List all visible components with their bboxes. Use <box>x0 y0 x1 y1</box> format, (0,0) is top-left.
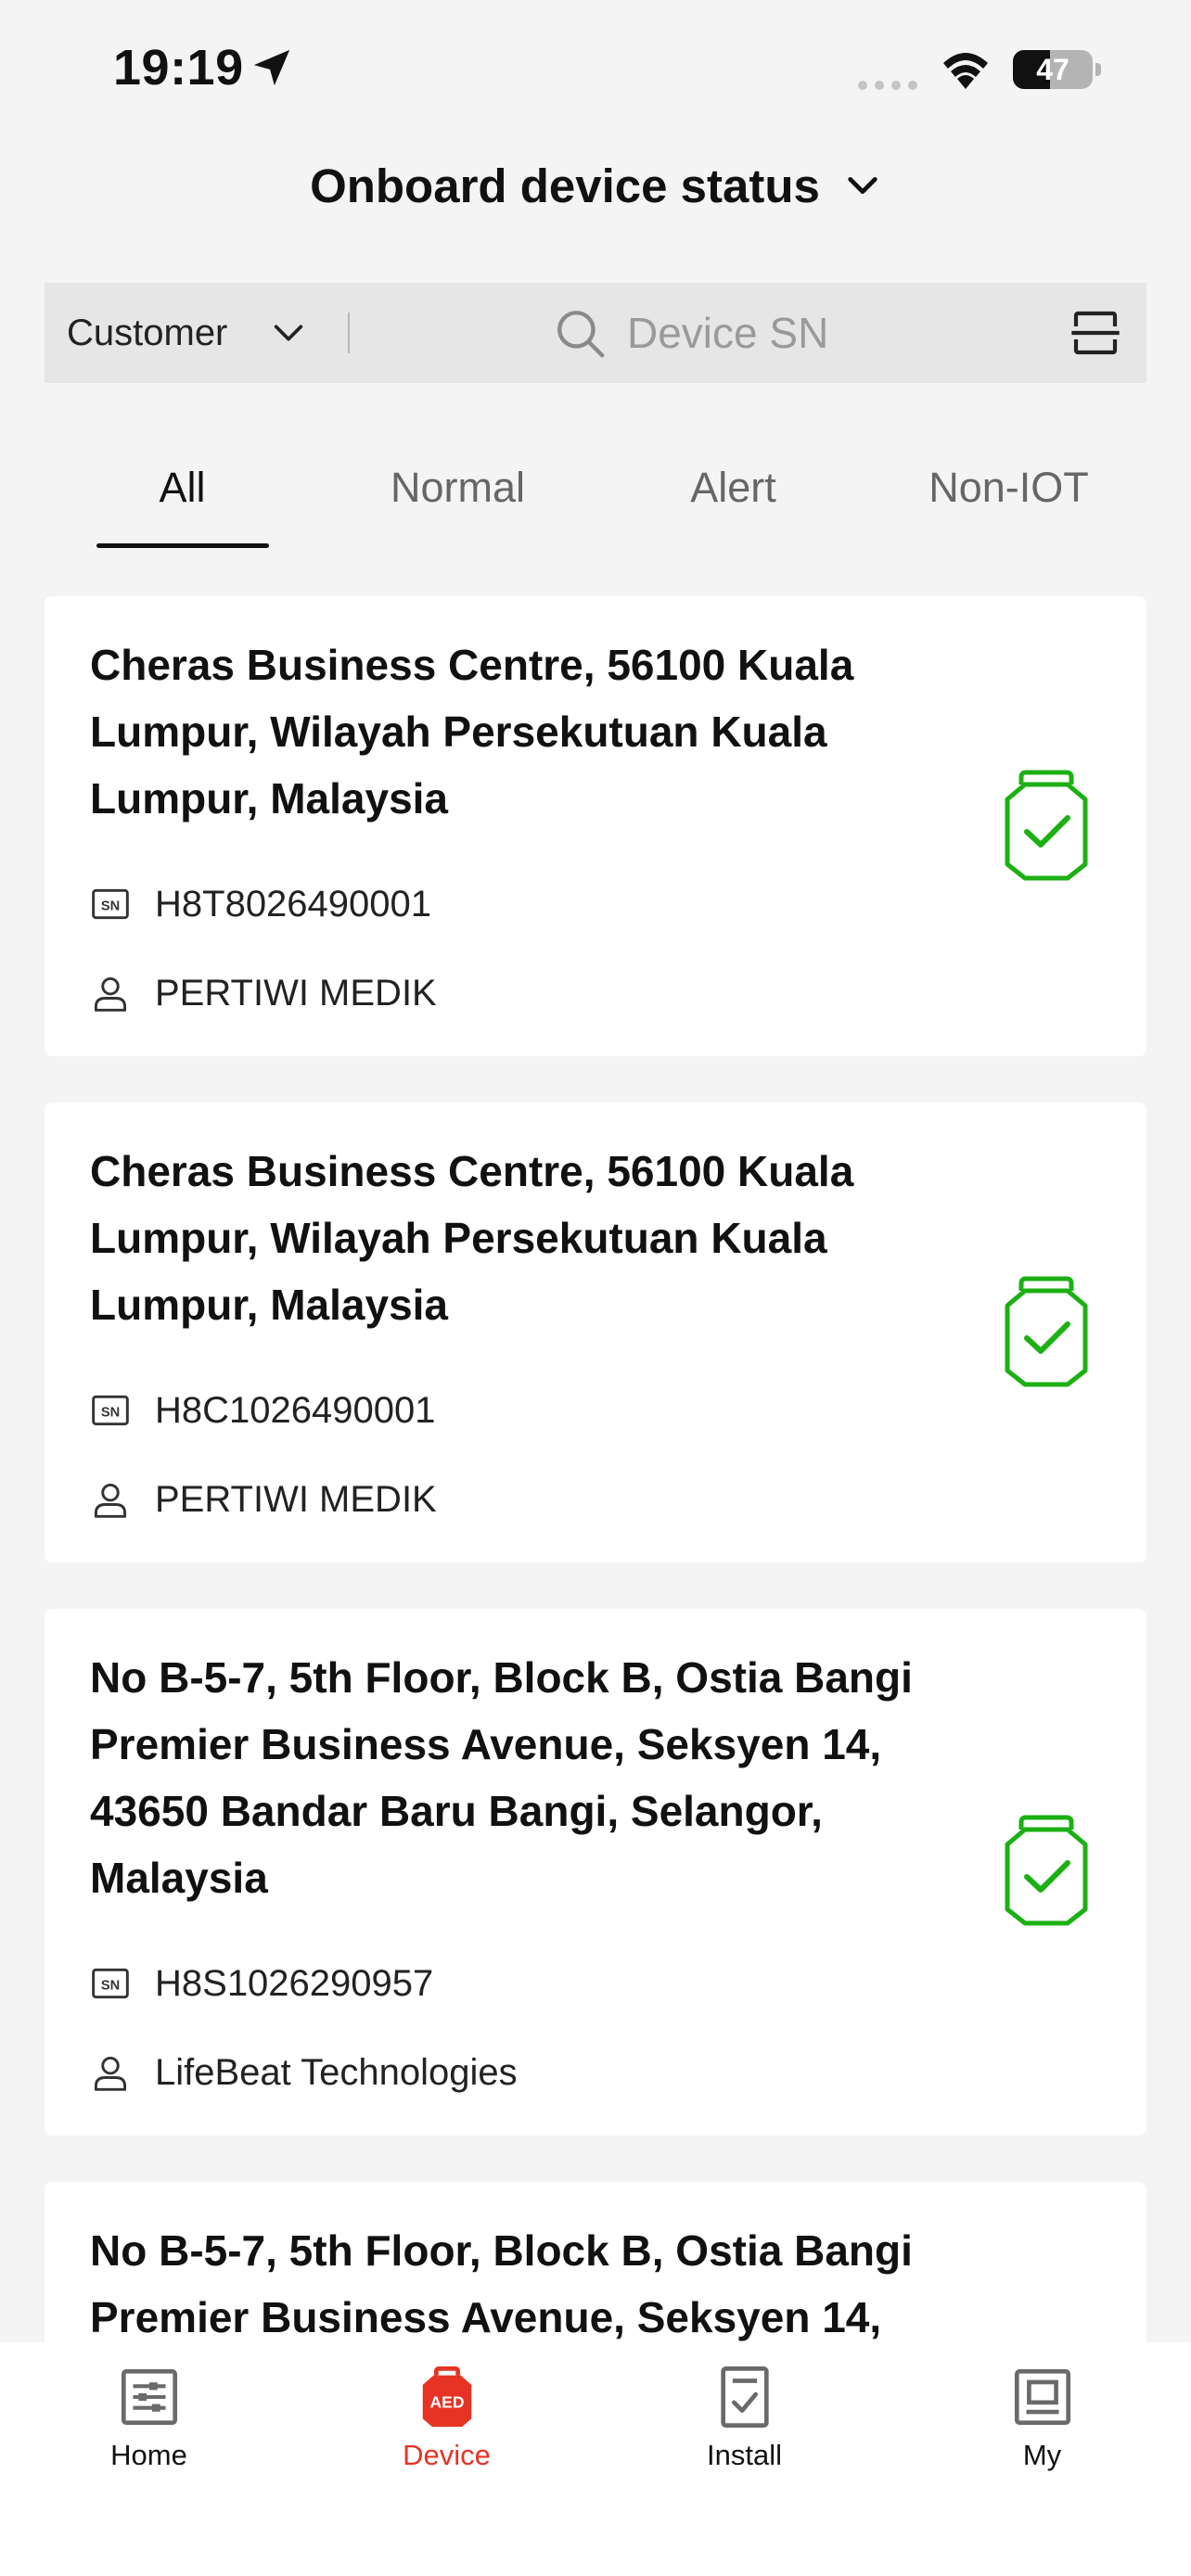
nav-my[interactable]: My <box>893 2342 1191 2491</box>
device-serial-row: SN H8S1026290957 <box>90 1956 433 2011</box>
nav-label: Home <box>110 2439 187 2471</box>
device-card[interactable]: Cheras Business Centre, 56100 Kuala Lump… <box>45 596 1146 1056</box>
device-customer: PERTIWI MEDIK <box>155 972 437 1014</box>
status-time: 19:19 <box>113 40 244 96</box>
device-customer: LifeBeat Technologies <box>155 2051 518 2093</box>
install-checklist-icon <box>721 2366 769 2428</box>
device-ok-icon <box>1005 1276 1088 1387</box>
serial-number-icon: SN <box>92 888 129 920</box>
tab-normal[interactable]: Normal <box>320 436 596 547</box>
device-serial-row: SN H8T8026490001 <box>90 876 431 932</box>
aed-device-icon: AED <box>422 2366 472 2428</box>
device-serial-row: SN H8C1026490001 <box>90 1383 435 1438</box>
device-address: No B-5-7, 5th Floor, Block B, Ostia Bang… <box>90 1653 913 1902</box>
device-customer: PERTIWI MEDIK <box>155 1478 437 1520</box>
home-icon <box>121 2368 178 2426</box>
search-field[interactable] <box>553 283 905 383</box>
search-icon <box>557 311 605 358</box>
svg-text:AED: AED <box>430 2393 465 2412</box>
divider <box>348 312 350 353</box>
nav-install[interactable]: Install <box>596 2342 893 2491</box>
device-ok-icon <box>1005 1815 1088 1926</box>
device-card[interactable]: No B-5-7, 5th Floor, Block B, Ostia Bang… <box>45 1609 1146 2136</box>
battery-level: 47 <box>1036 53 1069 86</box>
customer-filter-dropdown[interactable]: Customer <box>45 283 351 383</box>
nav-label: Device <box>403 2439 491 2471</box>
person-icon <box>94 976 127 1012</box>
status-bar: 19:19 47 <box>0 0 1191 139</box>
tab-label: Non-IOT <box>928 464 1089 511</box>
device-serial: H8S1026290957 <box>155 1962 434 2004</box>
device-serial: H8C1026490001 <box>155 1389 436 1431</box>
customer-filter-label: Customer <box>67 312 228 353</box>
device-customer-row: LifeBeat Technologies <box>90 2045 518 2100</box>
serial-number-icon: SN <box>92 1395 129 1426</box>
cellular-signal-icon <box>858 81 917 90</box>
location-arrow-icon <box>253 49 290 86</box>
status-tabs: All Normal Alert Non-IOT <box>45 436 1146 548</box>
tab-all[interactable]: All <box>45 436 320 547</box>
device-customer-row: PERTIWI MEDIK <box>90 965 437 1021</box>
tab-non-iot[interactable]: Non-IOT <box>871 436 1146 547</box>
svg-text:SN: SN <box>101 1978 120 1993</box>
svg-text:SN: SN <box>101 1405 120 1420</box>
battery-indicator: 47 <box>1013 50 1102 89</box>
page-title[interactable]: Onboard device status <box>310 159 820 213</box>
device-serial: H8T8026490001 <box>155 883 432 925</box>
device-ok-icon <box>1005 770 1088 881</box>
tab-label: All <box>159 464 206 511</box>
person-icon <box>94 1483 127 1518</box>
profile-icon <box>1014 2368 1071 2426</box>
device-address: Cheras Business Centre, 56100 Kuala Lump… <box>90 641 854 823</box>
tab-label: Alert <box>690 464 776 511</box>
active-tab-indicator <box>96 543 269 548</box>
nav-label: My <box>1022 2439 1062 2471</box>
person-icon <box>94 2056 127 2091</box>
wifi-icon <box>943 53 988 89</box>
page-header[interactable]: Onboard device status <box>0 139 1191 232</box>
device-card[interactable]: Cheras Business Centre, 56100 Kuala Lump… <box>45 1103 1146 1562</box>
tab-alert[interactable]: Alert <box>596 436 871 547</box>
filter-search-bar: Customer <box>45 283 1146 383</box>
device-customer-row: PERTIWI MEDIK <box>90 1472 437 1527</box>
device-address: No B-5-7, 5th Floor, Block B, Ostia Bang… <box>90 2226 913 2341</box>
tab-label: Normal <box>390 464 526 511</box>
svg-text:SN: SN <box>101 899 120 913</box>
device-address: Cheras Business Centre, 56100 Kuala Lump… <box>90 1147 854 1329</box>
device-status-screen: 19:19 47 Onboard device status Customer … <box>0 0 1191 2576</box>
bottom-navigation: Home AED Device Install My <box>0 2342 1191 2576</box>
device-sn-search-input[interactable] <box>627 308 905 358</box>
chevron-down-icon <box>275 325 303 341</box>
serial-number-icon: SN <box>92 1968 129 1999</box>
chevron-down-icon[interactable] <box>844 167 881 204</box>
scan-icon[interactable] <box>1069 307 1122 359</box>
nav-device[interactable]: AED Device <box>298 2342 596 2491</box>
nav-home[interactable]: Home <box>0 2342 298 2491</box>
nav-label: Install <box>707 2439 782 2471</box>
